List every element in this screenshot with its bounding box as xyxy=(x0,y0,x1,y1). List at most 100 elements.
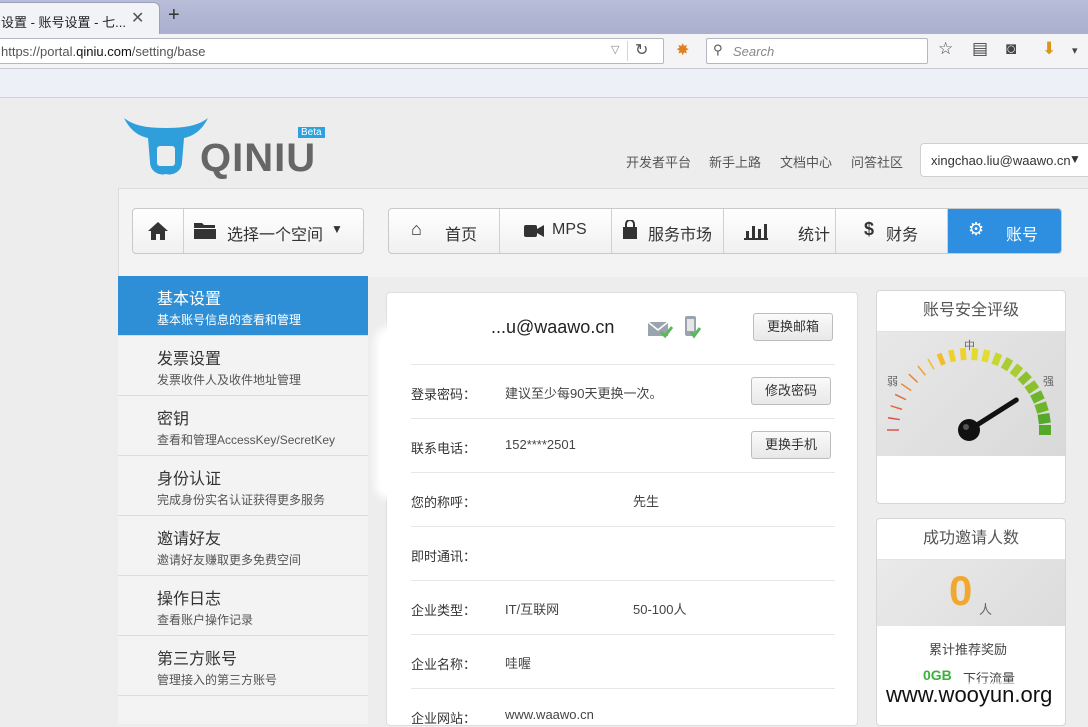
link-community[interactable]: 问答社区 xyxy=(851,152,903,171)
reading-list-icon[interactable]: ▤ xyxy=(972,39,988,59)
nav-tab-statistics[interactable]: 统计 xyxy=(724,209,836,253)
url-history-dropdown-icon[interactable]: ▽ xyxy=(611,43,619,56)
tab-title: 设置 - 账号设置 - 七... xyxy=(1,15,126,30)
beta-badge: Beta xyxy=(298,127,325,138)
chevron-down-icon: ▼ xyxy=(1069,152,1081,166)
dollar-icon: $ xyxy=(864,219,875,239)
sidebar-item-third-party[interactable]: 第三方账号 管理接入的第三方账号 xyxy=(118,636,368,696)
search-bar[interactable]: ⚲ Search xyxy=(706,38,928,64)
caret-down-icon: ▼ xyxy=(331,222,343,236)
user-email: xingchao.liu@waawo.cn xyxy=(931,153,1071,168)
new-tab-icon[interactable]: + xyxy=(168,4,180,27)
nav-tab-marketplace[interactable]: 服务市场 xyxy=(612,209,724,253)
gauge-tick xyxy=(1017,371,1032,386)
sidebar-item-title: 操作日志 xyxy=(157,591,222,608)
row-divider xyxy=(411,526,835,527)
redaction xyxy=(507,491,545,505)
sidebar-item-subtitle: 管理接入的第三方账号 xyxy=(157,673,278,687)
company-name-label: 企业名称： xyxy=(411,657,477,672)
nav-tab-account[interactable]: ⚙ 账号 xyxy=(948,209,1061,253)
company-name: 哇喔 xyxy=(505,656,532,671)
link-developer-platform[interactable]: 开发者平台 xyxy=(626,152,691,171)
nav-tab-label: 服务市场 xyxy=(648,227,713,244)
browser-tab[interactable]: 设置 - 账号设置 - 七... ✕ xyxy=(0,2,160,35)
company-type: IT/互联网 xyxy=(505,602,560,617)
sidebar-item-invoice[interactable]: 发票设置 发票收件人及收件地址管理 xyxy=(118,336,368,396)
close-tab-icon[interactable]: ✕ xyxy=(131,8,144,28)
company-type-label: 企业类型： xyxy=(411,603,477,618)
gauge-tick xyxy=(890,405,903,411)
space-home-button[interactable] xyxy=(133,209,184,253)
security-rating-title: 账号安全评级 xyxy=(877,291,1065,332)
home-icon: ⌂ xyxy=(411,219,422,239)
sidebar-item-keys[interactable]: 密钥 查看和管理AccessKey/SecretKey xyxy=(118,396,368,456)
nav-tab-label: 首页 xyxy=(445,227,478,244)
link-getting-started[interactable]: 新手上路 xyxy=(709,152,761,171)
nav-tab-home[interactable]: ⌂ 首页 xyxy=(389,209,500,253)
sidebar-item-subtitle: 完成身份实名认证获得更多服务 xyxy=(157,493,326,507)
menu-overflow-icon[interactable]: ▾ xyxy=(1072,44,1078,57)
watermark-text: www.wooyun.org xyxy=(882,682,1057,708)
sidebar-item-invite[interactable]: 邀请好友 邀请好友赚取更多免费空间 xyxy=(118,516,368,576)
bookmark-star-icon[interactable]: ☆ xyxy=(938,39,953,59)
gauge-tick xyxy=(1034,401,1049,414)
space-selector[interactable]: 选择一个空间 ▼ xyxy=(132,208,364,254)
bar-chart-icon xyxy=(744,224,768,240)
main-nav-tabs: ⌂ 首页 MPS 服务市场 统计 $ 财务 ⚙ 账号 xyxy=(388,208,1062,254)
nickname-title: 先生 xyxy=(633,494,660,509)
gauge-tick xyxy=(927,358,935,370)
gauge-tick xyxy=(991,352,1003,367)
gauge-tick xyxy=(887,417,900,421)
phone-label: 联系电话： xyxy=(411,441,477,456)
phone-verified-icon xyxy=(685,316,701,339)
gears-icon: ⚙ xyxy=(968,219,985,239)
gauge-tick xyxy=(948,349,957,363)
nav-tab-label: 账号 xyxy=(1006,227,1039,244)
sidebar-item-title: 第三方账号 xyxy=(157,651,238,668)
video-camera-icon xyxy=(524,225,544,237)
extension-icon[interactable]: ✸ xyxy=(676,40,689,60)
sidebar-item-basic-settings[interactable]: 基本设置 基本账号信息的查看和管理 xyxy=(118,276,368,336)
reward-value: 0GB xyxy=(923,667,952,683)
gauge-tick xyxy=(1030,390,1045,404)
nav-tab-mps[interactable]: MPS xyxy=(500,209,612,253)
row-divider xyxy=(411,472,835,473)
redaction xyxy=(503,545,659,559)
change-password-button[interactable]: 修改密码 xyxy=(751,377,831,405)
company-site: www.waawo.cn xyxy=(505,707,594,722)
nav-tab-finance[interactable]: $ 财务 xyxy=(836,209,948,253)
download-icon[interactable]: ⬇ xyxy=(1042,39,1056,59)
bookmarks-bar xyxy=(0,69,1088,98)
gauge-tick xyxy=(908,373,919,383)
row-divider xyxy=(411,364,835,365)
search-input[interactable]: Search xyxy=(733,44,774,59)
password-hint: 建议至少每90天更换一次。 xyxy=(505,386,663,401)
gauge-tick xyxy=(1000,357,1014,372)
redaction xyxy=(395,315,475,337)
logo-text: QINIU xyxy=(200,136,317,180)
redaction xyxy=(381,333,397,493)
sidebar-item-identity[interactable]: 身份认证 完成身份实名认证获得更多服务 xyxy=(118,456,368,516)
sidebar-item-subtitle: 基本账号信息的查看和管理 xyxy=(157,313,302,327)
gauge-tick xyxy=(917,365,926,376)
nickname-label: 您的称呼： xyxy=(411,495,477,510)
sidebar-item-operation-log[interactable]: 操作日志 查看账户操作记录 xyxy=(118,576,368,636)
company-size: 50-100人 xyxy=(633,602,687,617)
sidebar-item-subtitle: 查看和管理AccessKey/SecretKey xyxy=(157,433,336,447)
reload-icon[interactable]: ↻ xyxy=(635,40,648,60)
sidebar-item-subtitle: 邀请好友赚取更多免费空间 xyxy=(157,553,302,567)
folder-icon xyxy=(194,223,216,239)
sidebar-item-subtitle: 查看账户操作记录 xyxy=(157,613,254,627)
gauge-tick xyxy=(1009,363,1024,378)
row-divider xyxy=(411,634,835,635)
browser-tab-bar: 设置 - 账号设置 - 七... ✕ + xyxy=(0,0,1088,35)
space-selector-label: 选择一个空间 xyxy=(227,227,324,244)
shopping-bag-icon xyxy=(623,220,637,239)
pocket-icon[interactable]: ◙ xyxy=(1006,39,1016,59)
change-phone-button[interactable]: 更换手机 xyxy=(751,431,831,459)
user-menu[interactable]: xingchao.liu@waawo.cn ▼ xyxy=(920,143,1088,177)
url-bar[interactable]: https://portal.qiniu.com/setting/base ▽ … xyxy=(0,38,664,64)
gauge-tick xyxy=(936,352,946,366)
change-email-button[interactable]: 更换邮箱 xyxy=(753,313,833,341)
link-docs[interactable]: 文档中心 xyxy=(780,152,832,171)
